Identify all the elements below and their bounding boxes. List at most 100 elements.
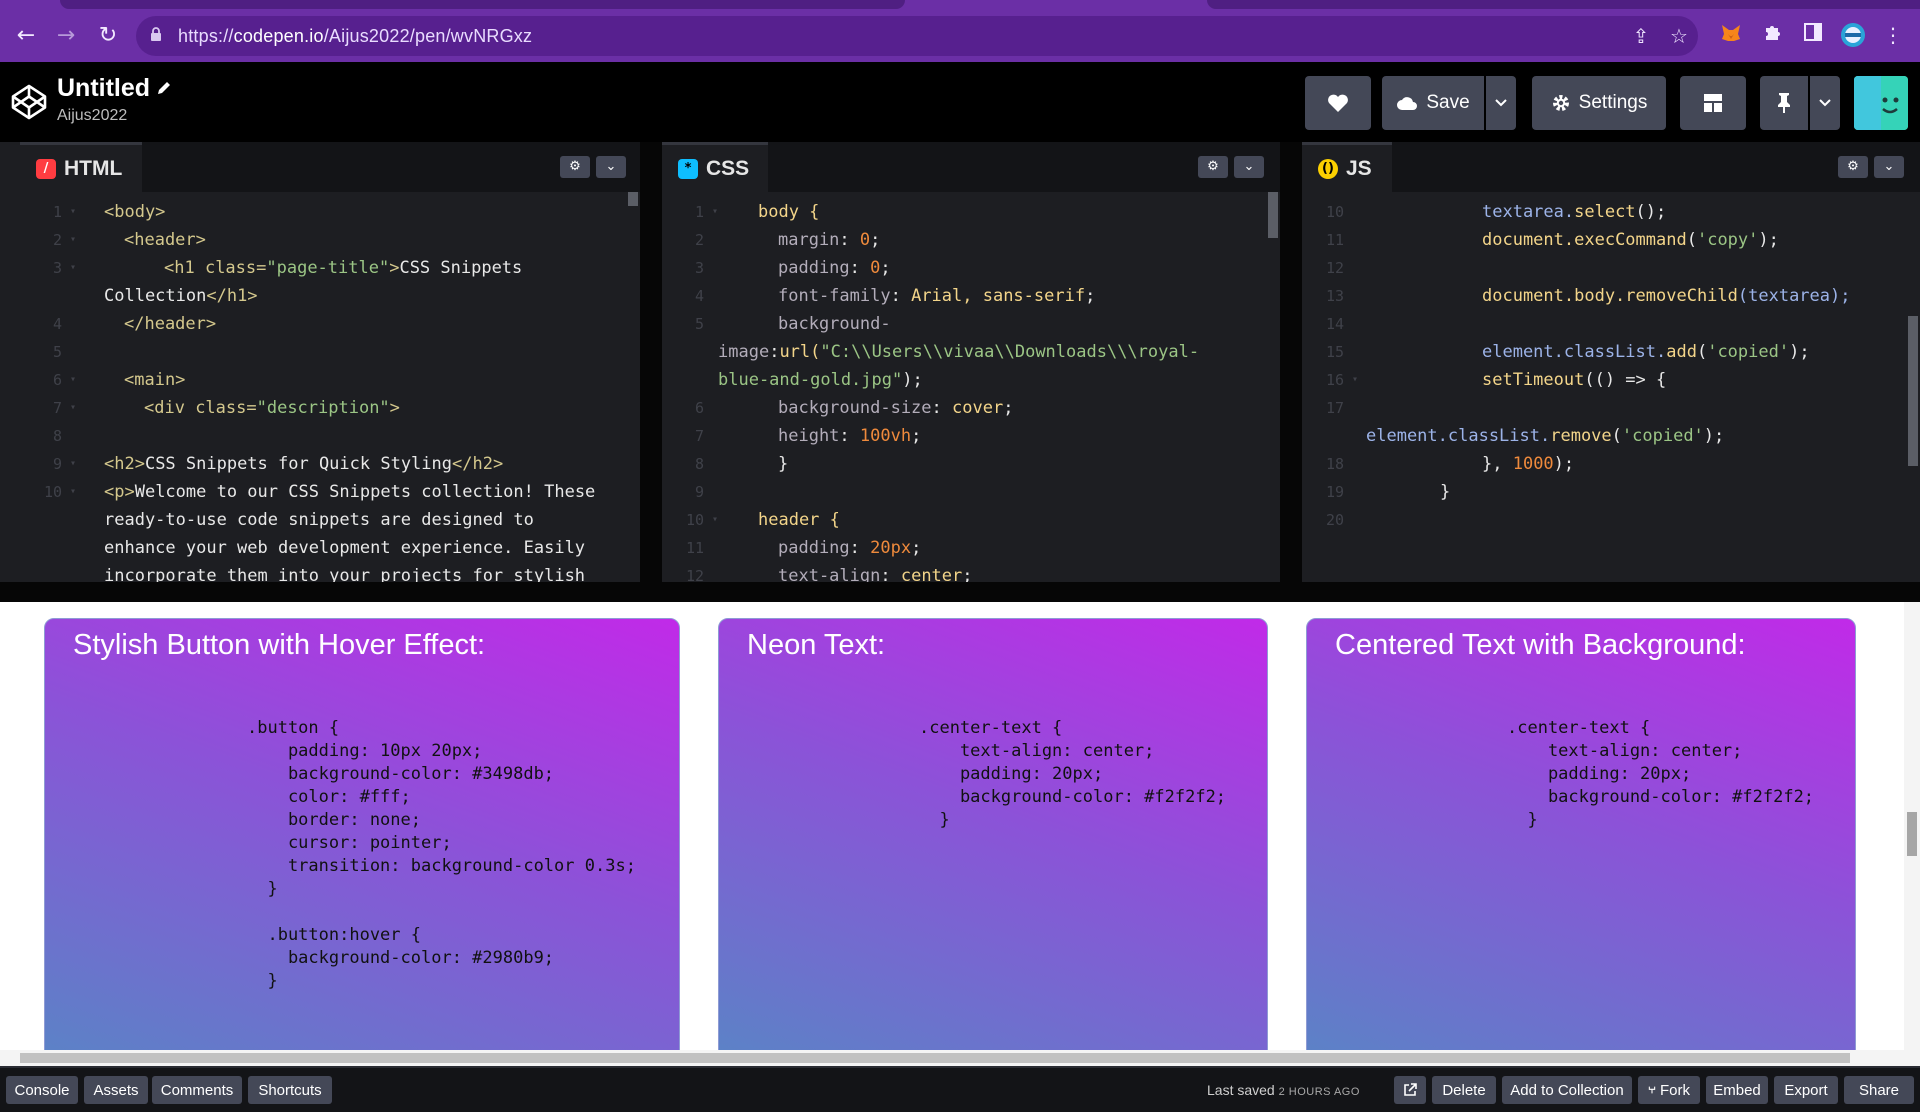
metamask-icon[interactable] bbox=[1718, 22, 1744, 48]
code-token: > bbox=[389, 258, 400, 278]
preview-horizontal-scrollbar[interactable] bbox=[0, 1050, 1920, 1066]
code-token: CSS Snippets for Quick Styling bbox=[144, 454, 452, 474]
code-token: "page-title" bbox=[266, 258, 390, 278]
code-token: setTimeout bbox=[1482, 370, 1585, 390]
chevron-down-icon bbox=[1819, 99, 1831, 107]
code-token: ); bbox=[1553, 454, 1575, 474]
html-editor-scrollbar[interactable] bbox=[628, 192, 638, 206]
chevron-down-icon[interactable]: ⌄ bbox=[1874, 156, 1904, 178]
tab-js[interactable]: () JS bbox=[1302, 142, 1392, 192]
code-token: Arial, sans-serif bbox=[911, 286, 1086, 306]
code-token: background- bbox=[778, 314, 891, 334]
code-token: ready-to-use code snippets are designed … bbox=[104, 510, 534, 530]
code-token: CSS Snippets bbox=[399, 258, 523, 278]
delete-button[interactable]: Delete bbox=[1432, 1076, 1496, 1104]
layout-grid-icon bbox=[1704, 94, 1722, 112]
code-token: body { bbox=[758, 202, 820, 222]
shortcuts-button[interactable]: Shortcuts bbox=[248, 1076, 332, 1104]
code-token: element.classList. bbox=[1366, 426, 1551, 446]
comments-button[interactable]: Comments bbox=[152, 1076, 242, 1104]
address-bar[interactable]: https://codepen.io/Aijus2022/pen/wvNRGxz… bbox=[136, 16, 1698, 56]
code-token: element.classList. bbox=[1482, 342, 1667, 362]
editor-divider[interactable] bbox=[1280, 142, 1302, 582]
js-editor-scrollbar[interactable] bbox=[1908, 316, 1918, 466]
fork-label: Fork bbox=[1660, 1081, 1690, 1099]
tab-css[interactable]: * CSS bbox=[662, 142, 768, 192]
save-label: Save bbox=[1426, 92, 1470, 113]
reload-icon[interactable]: ↻ bbox=[94, 22, 122, 50]
code-token: } bbox=[778, 454, 789, 474]
save-button[interactable]: Save bbox=[1382, 76, 1484, 130]
css-editor-scrollbar[interactable] bbox=[1268, 192, 1278, 238]
code-token: select bbox=[1574, 202, 1636, 222]
scrollbar-thumb[interactable] bbox=[20, 1053, 1850, 1063]
code-token: cover bbox=[952, 398, 1004, 418]
css-editor: * CSS ⚙ ⌄ 1 ▾ body { 2 margin: 0; 3 paddi… bbox=[662, 142, 1280, 582]
kebab-menu-icon[interactable]: ⋮ bbox=[1880, 22, 1906, 48]
code-token: class= bbox=[195, 398, 257, 418]
gear-icon[interactable]: ⚙ bbox=[1198, 156, 1228, 178]
code-token: ); bbox=[902, 370, 923, 390]
pen-author[interactable]: Aijus2022 bbox=[57, 107, 127, 125]
snippet-card: Stylish Button with Hover Effect: .butto… bbox=[44, 618, 680, 1050]
pencil-icon[interactable] bbox=[155, 79, 173, 97]
browser-tab-strip-right bbox=[1207, 0, 1920, 9]
code-token: (() => { bbox=[1584, 370, 1667, 390]
code-token: </header> bbox=[124, 314, 217, 334]
codepen-logo-icon[interactable] bbox=[10, 83, 48, 121]
pin-button[interactable] bbox=[1760, 76, 1808, 130]
chevron-down-icon[interactable]: ⌄ bbox=[1234, 156, 1264, 178]
scrollbar-thumb[interactable] bbox=[1907, 812, 1917, 856]
code-token: text-align bbox=[778, 566, 881, 582]
gear-icon[interactable]: ⚙ bbox=[1838, 156, 1868, 178]
fork-button[interactable]: Fork bbox=[1638, 1076, 1700, 1104]
avatar[interactable] bbox=[1854, 76, 1908, 130]
star-icon[interactable]: ☆ bbox=[1666, 23, 1692, 49]
forward-arrow-icon[interactable]: → bbox=[52, 22, 80, 50]
editors-area: / HTML ⚙ ⌄ 1 ▾ <body> 2 ▾ <header> 3 ▾ <h1 … bbox=[0, 142, 1920, 582]
code-token: enhance your web development experience.… bbox=[104, 538, 586, 558]
add-to-collection-button[interactable]: Add to Collection bbox=[1502, 1076, 1632, 1104]
code-token: document. bbox=[1482, 230, 1575, 250]
code-token: incorporate them into your projects for … bbox=[104, 566, 586, 582]
card-code: .center-text { text-align: center; paddi… bbox=[1507, 718, 1815, 830]
export-button[interactable]: Export bbox=[1774, 1076, 1838, 1104]
pen-title[interactable]: Untitled bbox=[57, 74, 150, 103]
code-token: class= bbox=[204, 258, 267, 278]
console-button[interactable]: Console bbox=[6, 1076, 78, 1104]
back-arrow-icon[interactable]: ← bbox=[12, 22, 40, 50]
code-token: (textarea); bbox=[1737, 286, 1851, 306]
editor-preview-resizer[interactable] bbox=[0, 582, 1920, 602]
html-editor: / HTML ⚙ ⌄ 1 ▾ <body> 2 ▾ <header> 3 ▾ <h1 … bbox=[20, 142, 640, 582]
change-view-button[interactable] bbox=[1680, 76, 1746, 130]
code-token: document.body. bbox=[1482, 286, 1626, 306]
profile-icon[interactable] bbox=[1840, 22, 1866, 48]
code-token: Welcome to our CSS Snippets collection! … bbox=[134, 482, 596, 502]
code-token: header { bbox=[758, 510, 840, 530]
code-token: 'copied' bbox=[1707, 342, 1790, 362]
chevron-down-icon[interactable]: ⌄ bbox=[596, 156, 626, 178]
code-token: center bbox=[900, 566, 963, 582]
fork-icon bbox=[1648, 1086, 1656, 1094]
code-token: }, bbox=[1482, 454, 1513, 474]
tab-js-label: JS bbox=[1346, 156, 1372, 180]
preview-vertical-scrollbar[interactable] bbox=[1904, 602, 1920, 1050]
lock-icon bbox=[151, 27, 161, 41]
open-in-new-window-button[interactable] bbox=[1394, 1076, 1426, 1104]
share-button[interactable]: Share bbox=[1844, 1076, 1914, 1104]
assets-button[interactable]: Assets bbox=[84, 1076, 148, 1104]
side-panel-icon[interactable] bbox=[1800, 22, 1826, 48]
puzzle-extension-icon[interactable] bbox=[1760, 22, 1786, 48]
like-button[interactable] bbox=[1305, 76, 1371, 130]
embed-button[interactable]: Embed bbox=[1706, 1076, 1768, 1104]
code-token: 1000 bbox=[1512, 454, 1554, 474]
editor-divider[interactable] bbox=[640, 142, 662, 582]
pin-options-button[interactable] bbox=[1810, 76, 1840, 130]
save-options-button[interactable] bbox=[1486, 76, 1516, 130]
share-icon[interactable]: ⇪ bbox=[1628, 23, 1654, 49]
settings-button[interactable]: Settings bbox=[1532, 76, 1666, 130]
code-token: padding bbox=[778, 258, 850, 278]
gear-icon[interactable]: ⚙ bbox=[560, 156, 590, 178]
code-token: padding bbox=[778, 538, 850, 558]
tab-html[interactable]: / HTML bbox=[20, 142, 142, 192]
